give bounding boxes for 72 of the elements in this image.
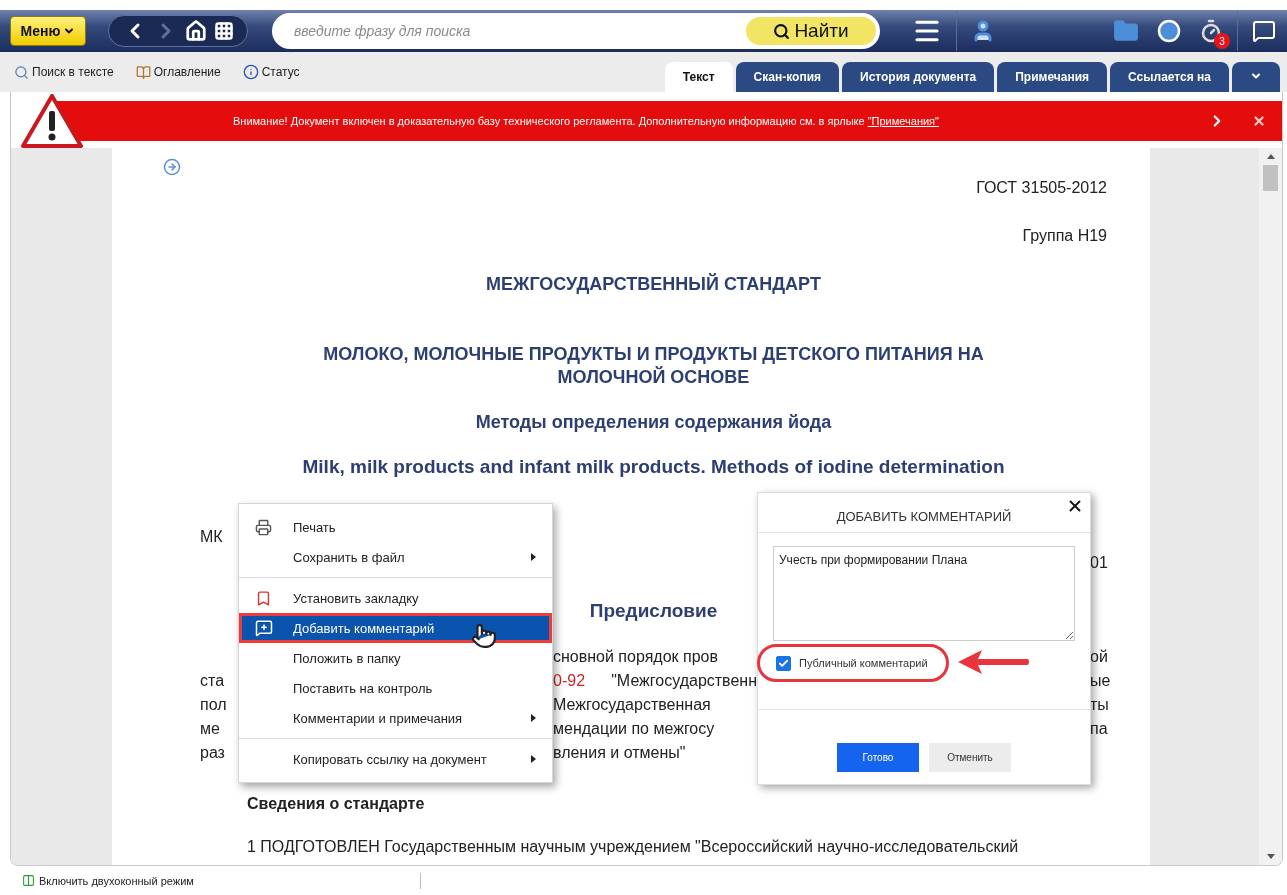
- text-fragment: ой: [1090, 647, 1107, 667]
- text-fragment: 01: [1090, 553, 1107, 573]
- menu-item[interactable]: Сохранить в файл: [239, 542, 552, 572]
- folder-icon[interactable]: [1113, 18, 1139, 44]
- warning-text: Внимание! Документ включен в доказательную базу технического регламента. Дополнительную информацию см. в ярлыке "Примечания": [233, 115, 940, 127]
- text-fragment: "Межгосударственн: [611, 671, 757, 691]
- comment-field[interactable]: Учесть при формировании Плана: [773, 546, 1075, 641]
- stopwatch-icon[interactable]: [1199, 19, 1223, 43]
- two-columns-icon: [22, 874, 35, 887]
- menu-item[interactable]: Комментарии и примечания: [239, 703, 552, 733]
- text-fragment: ты: [1090, 695, 1107, 715]
- checkbox[interactable]: [776, 655, 791, 671]
- menu-item[interactable]: Положить в папку: [239, 643, 552, 673]
- tab[interactable]: Ссылается на: [1110, 62, 1229, 92]
- bookmark-icon: [255, 589, 272, 607]
- find-button[interactable]: Найти: [746, 17, 876, 45]
- text-fragment: ста: [200, 671, 226, 691]
- cancel-button[interactable]: Отменить: [929, 742, 1011, 772]
- text-fragment: ме: [200, 719, 221, 739]
- text-fragment: па: [1090, 719, 1107, 739]
- menu-item[interactable]: Печать: [239, 512, 552, 542]
- menu-item[interactable]: Поставить на контроль: [239, 673, 552, 703]
- toolbar-link[interactable]: Статус: [242, 64, 300, 80]
- document-group: Группа Н19: [200, 226, 1107, 246]
- notes-link[interactable]: "Примечания": [867, 115, 939, 127]
- submenu-arrow-icon: [531, 714, 536, 722]
- arrow-circle-icon[interactable]: [163, 158, 181, 176]
- reference-link[interactable]: 0-92: [553, 669, 586, 693]
- menu-button[interactable]: Меню: [10, 16, 86, 46]
- document-heading: МЕЖГОСУДАРСТВЕННЫЙ СТАНДАРТ: [486, 273, 821, 295]
- tab[interactable]: История документа: [842, 62, 995, 92]
- text-fragment: МК: [200, 527, 224, 547]
- hand-cursor-icon: [471, 623, 497, 649]
- text-fragment: раз: [200, 743, 226, 763]
- comment-add-icon: [255, 619, 273, 637]
- tab[interactable]: Скан-копия: [735, 62, 839, 92]
- section-heading: Сведения о стандарте: [247, 795, 426, 813]
- search-field[interactable]: введите фразу для поиска Найти: [272, 13, 880, 49]
- document-title-english: Milk, milk products and infant milk products. Methods of iodine determination: [302, 456, 1005, 478]
- scrollbar[interactable]: [1259, 148, 1282, 865]
- dialog-title: ДОБАВИТЬ КОММЕНТАРИЙ: [836, 509, 1012, 524]
- toolbar-link[interactable]: Поиск в тексте: [14, 64, 114, 80]
- notification-badge: 3: [1214, 33, 1230, 49]
- chat-icon[interactable]: [1252, 19, 1276, 43]
- search-icon: [773, 22, 791, 40]
- annotation-arrow: [958, 649, 1030, 675]
- checkbox-label: Публичный комментарий: [799, 657, 928, 669]
- more-tabs-button[interactable]: [1232, 62, 1280, 92]
- printer-icon: [255, 518, 272, 536]
- dual-window-toggle[interactable]: Включить двухоконный режим: [22, 874, 194, 887]
- book-icon: [135, 64, 151, 80]
- text-fragment: сновной порядок пров: [553, 647, 718, 667]
- text-fragment: мендации по межгосу: [553, 719, 715, 739]
- magnifier-icon: [14, 64, 29, 80]
- submenu-arrow-icon: [531, 553, 536, 561]
- grid-icon[interactable]: [213, 21, 234, 41]
- text-fragment: пол: [200, 695, 228, 715]
- document-title: МОЛОКО, МОЛОЧНЫЕ ПРОДУКТЫ И ПРОДУКТЫ ДЕТСКОГО ПИТАНИЯ НА МОЛОЧНОЙ ОСНОВЕ: [322, 343, 985, 389]
- menu-item[interactable]: Копировать ссылку на документ: [239, 744, 552, 774]
- done-button[interactable]: Готово: [837, 742, 919, 772]
- paragraph: 1 ПОДГОТОВЛЕН Государственным научным учреждением "Всероссийский научно-исследовательский: [247, 837, 1020, 857]
- menu-item[interactable]: Установить закладку: [239, 583, 552, 613]
- document-subtitle: Методы определения содержания йода: [475, 411, 832, 433]
- text-fragment: вления и отмены": [553, 743, 686, 763]
- text-fragment: Межгосударственная: [553, 695, 711, 715]
- toolbar-link[interactable]: Оглавление: [135, 64, 221, 80]
- preface-heading: Предисловие: [589, 599, 718, 623]
- submenu-arrow-icon: [531, 755, 536, 763]
- document-code: ГОСТ 31505-2012: [975, 178, 1107, 198]
- tab[interactable]: Примечания: [997, 62, 1108, 92]
- tab[interactable]: Текст: [664, 62, 733, 92]
- home-icon[interactable]: [184, 20, 207, 42]
